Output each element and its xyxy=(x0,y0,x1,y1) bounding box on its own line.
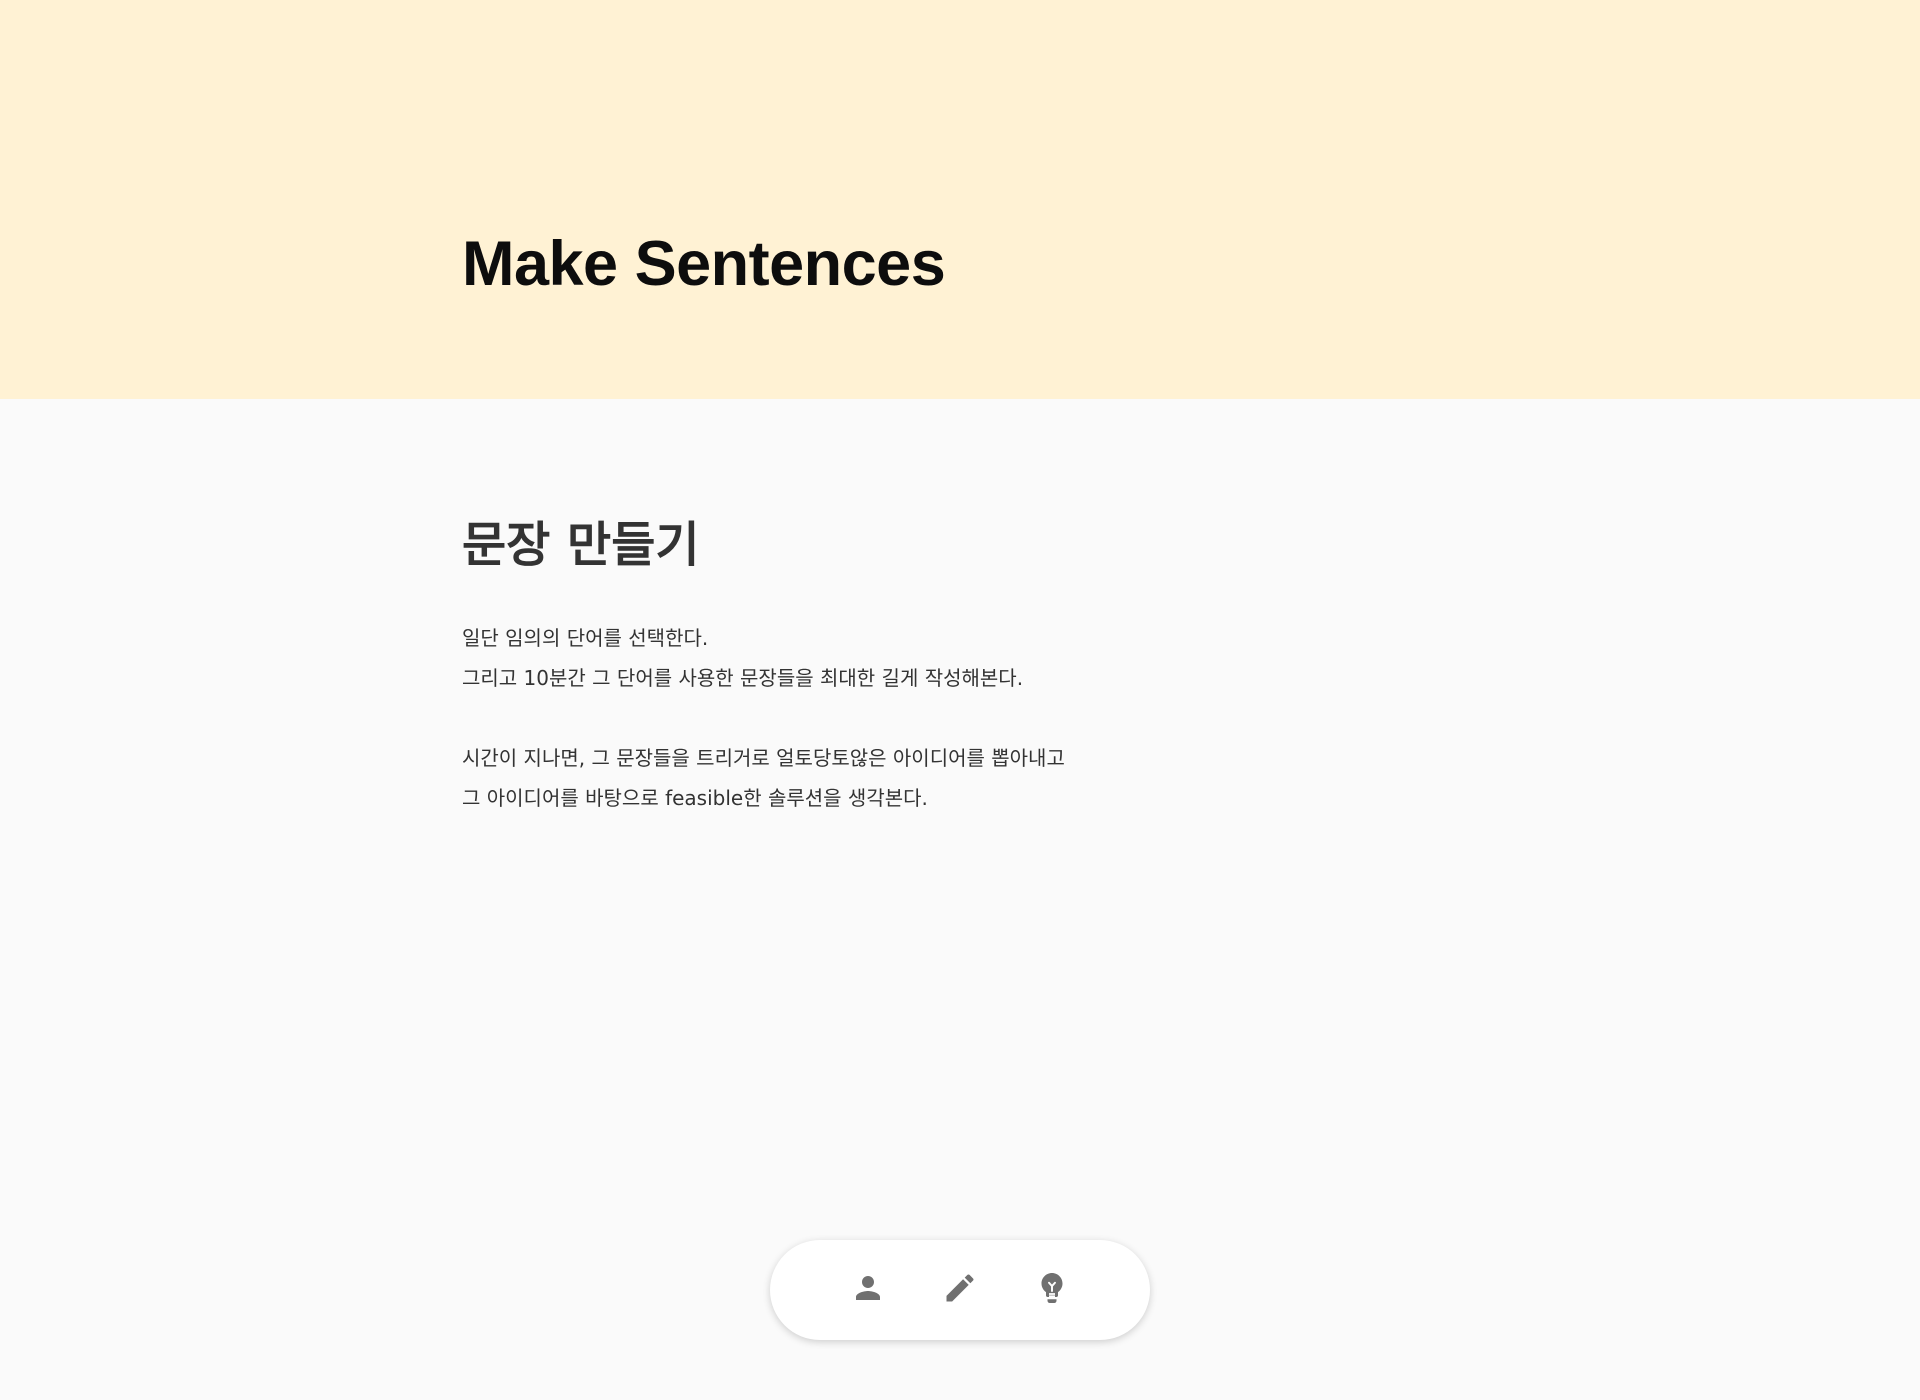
main-content: 문장 만들기 일단 임의의 단어를 선택한다. 그리고 10분간 그 단어를 사… xyxy=(462,512,1462,858)
person-icon xyxy=(850,1270,886,1310)
idea-button[interactable] xyxy=(1034,1272,1070,1308)
bottom-nav xyxy=(770,1240,1150,1340)
paragraph-line: 시간이 지나면, 그 문장들을 트리거로 얼토당토않은 아이디어를 뽑아내고 xyxy=(462,746,1065,770)
paragraph-line: 그 아이디어를 바탕으로 feasible한 솔루션을 생각본다. xyxy=(462,786,928,810)
section-heading: 문장 만들기 xyxy=(462,517,700,573)
paragraph: 일단 임의의 단어를 선택한다. 그리고 10분간 그 단어를 사용한 문장들을… xyxy=(462,618,1462,698)
page-title: Make Sentences xyxy=(462,229,946,299)
paragraph: 시간이 지나면, 그 문장들을 트리거로 얼토당토않은 아이디어를 뽑아내고 그… xyxy=(462,738,1462,818)
profile-button[interactable] xyxy=(850,1272,886,1308)
lightbulb-icon xyxy=(1034,1270,1070,1310)
hero-banner: Make Sentences xyxy=(0,0,1920,399)
edit-button[interactable] xyxy=(942,1272,978,1308)
paragraph-line: 일단 임의의 단어를 선택한다. xyxy=(462,626,709,650)
pencil-icon xyxy=(942,1270,978,1310)
paragraph-line: 그리고 10분간 그 단어를 사용한 문장들을 최대한 길게 작성해본다. xyxy=(462,666,1024,690)
